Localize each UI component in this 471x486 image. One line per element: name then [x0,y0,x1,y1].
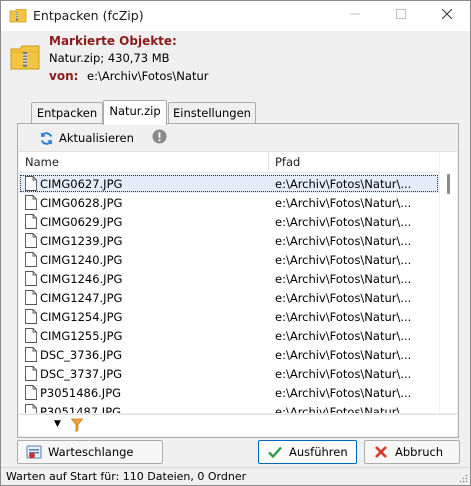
file-path: e:\Archiv\Fotos\Natur\... [275,348,412,362]
file-icon [25,385,37,400]
zip-folder-icon [9,9,27,23]
table-row[interactable]: CIMG1255.JPG e:\Archiv\Fotos\Natur\... [19,326,439,345]
cancel-x-icon [375,446,387,458]
file-rows: CIMG0627.JPG e:\Archiv\Fotos\Natur\... CIM… [19,174,439,413]
source-label: von: [49,69,79,83]
zip-archive-icon [10,45,40,70]
file-icon [25,214,37,229]
table-row[interactable]: DSC_3737.JPG e:\Archiv\Fotos\Natur\... [19,364,439,383]
file-name: CIMG1247.JPG [40,291,123,305]
close-button[interactable] [424,1,470,31]
resize-grip-icon[interactable] [458,473,468,483]
minimize-icon [350,13,360,15]
refresh-icon [40,131,53,145]
title-bar[interactable]: Entpacken (fcZip) [1,1,470,31]
file-name: CIMG1239.JPG [40,234,123,248]
table-row[interactable]: DSC_3736.JPG e:\Archiv\Fotos\Natur\... [19,345,439,364]
file-path: e:\Archiv\Fotos\Natur\... [275,405,412,413]
file-path: e:\Archiv\Fotos\Natur\... [275,215,412,229]
file-icon [25,176,37,191]
file-name: DSC_3736.JPG [40,348,123,362]
tab-natur-zip[interactable]: Natur.zip [103,100,167,125]
file-name: CIMG0627.JPG [40,177,123,191]
maximize-icon [396,9,406,19]
table-row[interactable]: P3051486.JPG e:\Archiv\Fotos\Natur\... [19,383,439,402]
file-path: e:\Archiv\Fotos\Natur\... [275,253,412,267]
scrollbar-thumb[interactable] [447,174,450,194]
file-name: CIMG0629.JPG [40,215,123,229]
file-name: CIMG1254.JPG [40,310,123,324]
table-row[interactable]: CIMG0629.JPG e:\Archiv\Fotos\Natur\... [19,212,439,231]
file-name: DSC_3737.JPG [40,367,123,381]
maximize-button[interactable] [378,1,424,31]
list-toolbar: Aktualisieren [18,124,458,151]
table-row[interactable]: CIMG0627.JPG e:\Archiv\Fotos\Natur\... [19,174,439,193]
filter-icon[interactable] [71,418,83,432]
file-path: e:\Archiv\Fotos\Natur\... [275,291,412,305]
status-text: Warten auf Start für: 110 Dateien, 0 Ord… [6,470,247,483]
file-path: e:\Archiv\Fotos\Natur\... [275,386,412,400]
file-icon [25,271,37,286]
tab-entpacken[interactable]: Entpacken [31,102,103,124]
file-icon [25,252,37,267]
file-name: CIMG0628.JPG [40,196,123,210]
execute-button[interactable]: Ausführen [258,440,357,464]
filter-row: ▼ [19,414,457,436]
tab-panel: Aktualisieren Name Pfad CIMG0627.JPG e:\A… [17,123,459,438]
execute-label: Ausführen [289,445,348,459]
file-path: e:\Archiv\Fotos\Natur\... [275,234,412,248]
filter-dropdown-arrow-icon[interactable]: ▼ [54,419,61,429]
column-separator[interactable] [268,152,269,173]
file-path: e:\Archiv\Fotos\Natur\... [275,329,412,343]
file-name: P3051486.JPG [40,386,122,400]
file-name: CIMG1240.JPG [40,253,123,267]
source-path: e:\Archiv\Fotos\Natur [87,69,209,83]
table-row[interactable]: CIMG1240.JPG e:\Archiv\Fotos\Natur\... [19,250,439,269]
file-icon [25,328,37,343]
table-row[interactable]: CIMG1247.JPG e:\Archiv\Fotos\Natur\... [19,288,439,307]
file-icon [25,290,37,305]
minimize-button[interactable] [332,1,378,31]
file-name: P3051487.JPG [40,405,122,413]
window-title: Entpacken (fcZip) [33,8,144,23]
file-icon [25,195,37,210]
vertical-scrollbar[interactable] [439,152,457,413]
column-header: Name Pfad [19,152,439,173]
file-path: e:\Archiv\Fotos\Natur\... [275,177,412,191]
selected-objects-heading: Markierte Objekte: [49,34,177,48]
tab-einstellungen[interactable]: Einstellungen [168,102,256,124]
info-exclamation-icon[interactable] [152,129,167,144]
file-list[interactable]: Name Pfad CIMG0627.JPG e:\Archiv\Fotos\Na… [19,151,457,413]
table-row[interactable]: CIMG1246.JPG e:\Archiv\Fotos\Natur\... [19,269,439,288]
file-path: e:\Archiv\Fotos\Natur\... [275,196,412,210]
file-icon [25,404,37,413]
archive-file-info: Natur.zip; 430,73 MB [49,51,170,65]
queue-icon [26,445,42,459]
close-icon [441,8,453,20]
table-row[interactable]: CIMG1254.JPG e:\Archiv\Fotos\Natur\... [19,307,439,326]
file-path: e:\Archiv\Fotos\Natur\... [275,272,412,286]
queue-button[interactable]: Warteschlange [17,440,163,464]
column-name[interactable]: Name [25,155,59,169]
queue-label: Warteschlange [48,445,134,459]
file-path: e:\Archiv\Fotos\Natur\... [275,310,412,324]
file-name: CIMG1255.JPG [40,329,123,343]
file-icon [25,347,37,362]
cancel-button[interactable]: Abbruch [364,440,460,464]
cancel-label: Abbruch [395,445,444,459]
refresh-label: Aktualisieren [59,131,134,145]
file-icon [25,233,37,248]
checkmark-icon [268,446,282,459]
file-name: CIMG1246.JPG [40,272,123,286]
dialog-window: Entpacken (fcZip) Markierte Objekte: Nat… [0,0,471,486]
status-bar: Warten auf Start für: 110 Dateien, 0 Ord… [1,467,470,485]
refresh-button[interactable]: Aktualisieren [39,128,134,148]
file-icon [25,309,37,324]
table-row[interactable]: CIMG0628.JPG e:\Archiv\Fotos\Natur\... [19,193,439,212]
file-path: e:\Archiv\Fotos\Natur\... [275,367,412,381]
file-icon [25,366,37,381]
table-row[interactable]: CIMG1239.JPG e:\Archiv\Fotos\Natur\... [19,231,439,250]
column-path[interactable]: Pfad [275,155,300,169]
table-row[interactable]: P3051487.JPG e:\Archiv\Fotos\Natur\... [19,402,439,413]
